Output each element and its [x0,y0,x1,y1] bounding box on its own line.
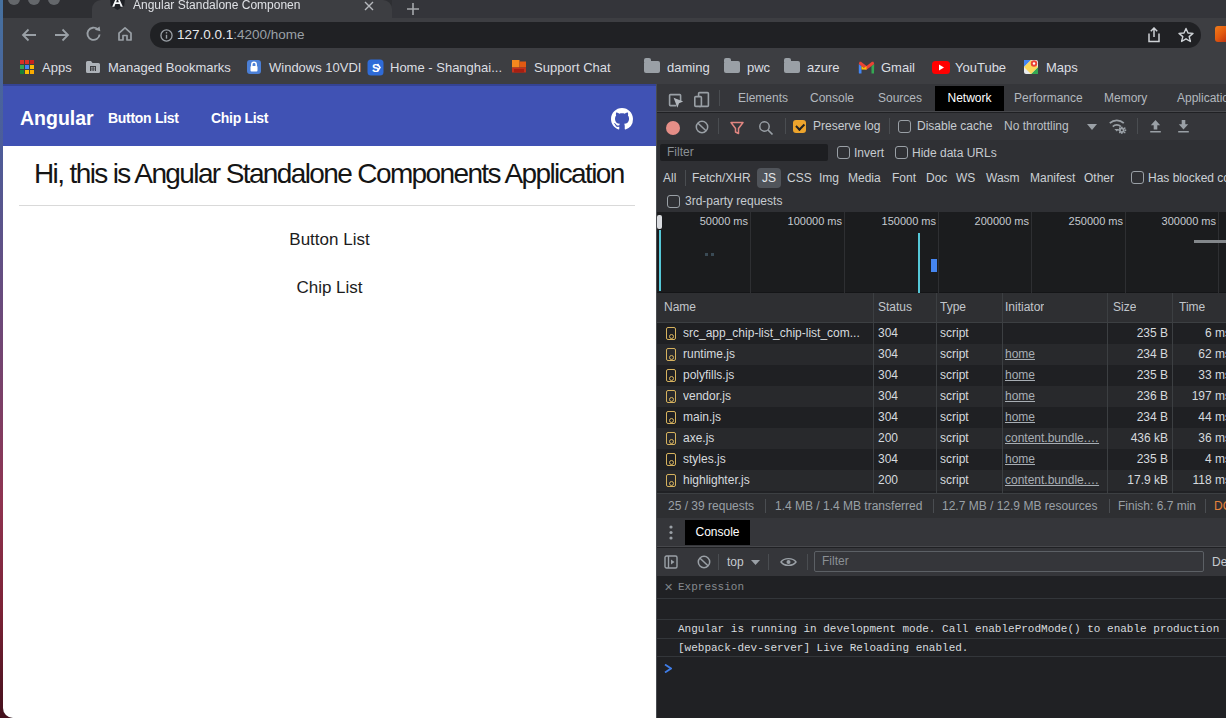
svg-text:S: S [372,62,379,74]
